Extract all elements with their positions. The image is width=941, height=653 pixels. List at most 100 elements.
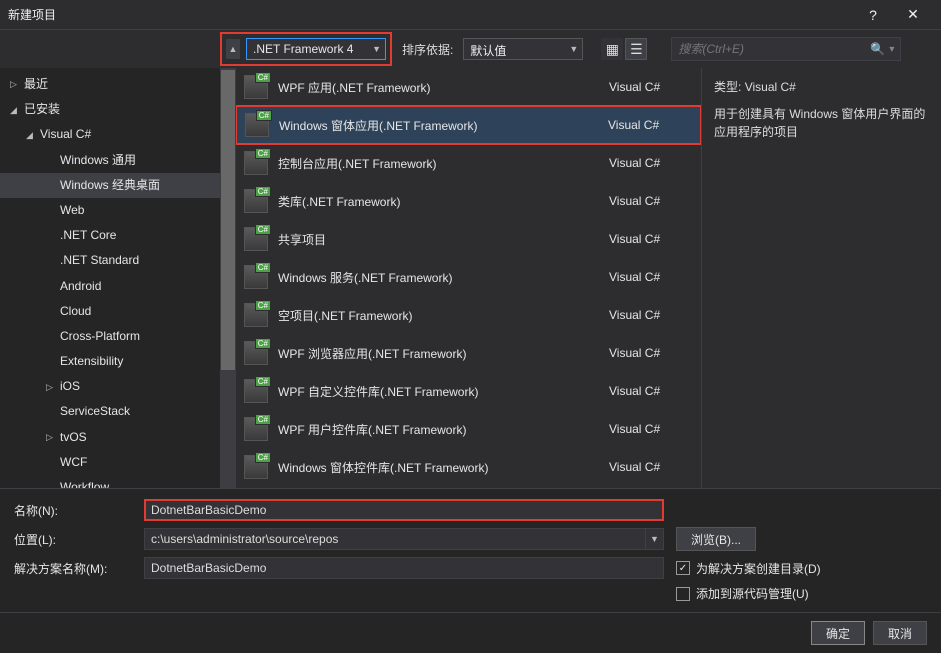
template-row[interactable]: C#Windows 窗体应用(.NET Framework)Visual C# [236,106,701,144]
template-icon: C# [244,75,268,99]
csharp-badge-icon: C# [255,414,271,425]
framework-red-highlight: ▲ .NET Framework 4 ▼ [220,32,392,66]
browse-button[interactable]: 浏览(B)... [676,527,756,551]
view-list-button[interactable]: ☰ [625,38,647,60]
description-blurb: 用于创建具有 Windows 窗体用户界面的应用程序的项目 [714,105,929,141]
sidebar-item[interactable]: Extensibility [0,349,220,374]
csharp-badge-icon: C# [255,452,271,463]
csharp-badge-icon: C# [255,148,271,159]
search-input[interactable] [678,42,870,56]
framework-value: .NET Framework 4 [253,42,353,56]
solution-label: 解决方案名称(M): [14,560,144,577]
template-lang: Visual C# [609,232,689,246]
search-icon: 🔍 [870,42,885,56]
sidebar-visual-csharp[interactable]: ◢Visual C# [0,122,220,147]
template-row[interactable]: C#Windows 窗体控件库(.NET Framework)Visual C# [236,448,701,486]
template-icon: C# [244,227,268,251]
sidebar-item[interactable]: Cross-Platform [0,324,220,349]
template-lang: Visual C# [609,460,689,474]
scrollbar-thumb[interactable] [221,70,235,370]
name-input[interactable] [144,499,664,521]
template-row[interactable]: C# WPF 浏览器应用(.NET Framework) Visual C# [236,334,701,372]
template-name: 类库(.NET Framework) [278,193,599,210]
sidebar-item[interactable]: Windows 通用 [0,148,220,173]
csharp-badge-icon: C# [255,338,271,349]
bottom-form: 名称(N): 位置(L): ▼ 浏览(B)... 解决方案名称(M): ✓ 为解… [0,488,941,612]
sort-label: 排序依据: [402,41,453,58]
view-small-icons-button[interactable]: ▦ [601,38,623,60]
sidebar-item[interactable]: ServiceStack [0,399,220,424]
footer: 确定 取消 [0,612,941,653]
template-icon: C# [244,303,268,327]
search-box[interactable]: 🔍 ▾ [671,37,901,61]
description-panel: 类型: Visual C# 用于创建具有 Windows 窗体用户界面的应用程序… [701,68,941,488]
sidebar-item[interactable]: ▷iOS [0,374,220,399]
sort-value: 默认值 [470,44,506,58]
csharp-badge-icon: C# [255,224,271,235]
csharp-badge-icon: C# [256,110,272,121]
cancel-button[interactable]: 取消 [873,621,927,645]
template-lang: Visual C# [609,80,689,94]
template-row[interactable]: C# 共享项目 Visual C# [236,220,701,258]
template-row[interactable]: C#空项目(.NET Framework)Visual C# [236,296,701,334]
close-icon[interactable]: ✕ [893,6,933,23]
sidebar-item[interactable]: .NET Standard [0,248,220,273]
sidebar-recent[interactable]: ▷最近 [0,72,220,97]
template-icon: C# [244,379,268,403]
sidebar-item[interactable]: Android [0,274,220,299]
template-icon: C# [244,455,268,479]
template-scrollbar[interactable] [220,68,236,488]
template-icon: C# [245,113,269,137]
template-row[interactable]: C#WPF 自定义控件库(.NET Framework)Visual C# [236,372,701,410]
location-input[interactable] [144,528,646,550]
main: ▷最近 ◢已安装 ◢Visual C# Windows 通用Windows 经典… [0,68,941,488]
template-row[interactable]: C#类库(.NET Framework)Visual C# [236,182,701,220]
sidebar-item[interactable]: Workflow [0,475,220,488]
help-icon[interactable]: ? [853,7,893,23]
name-label: 名称(N): [14,502,144,519]
sidebar-item[interactable]: Cloud [0,299,220,324]
csharp-badge-icon: C# [255,262,271,273]
titlebar: 新建项目 ? ✕ [0,0,941,30]
csharp-badge-icon: C# [255,72,271,83]
sidebar-item[interactable]: .NET Core [0,223,220,248]
template-icon: C# [244,341,268,365]
window-title: 新建项目 [8,6,853,23]
location-label: 位置(L): [14,531,144,548]
template-lang: Visual C# [609,384,689,398]
sidebar-item[interactable]: Windows 经典桌面 [0,173,220,198]
template-name: 共享项目 [278,231,599,248]
sidebar-item[interactable]: Web [0,198,220,223]
checkbox-icon [676,587,690,601]
template-name: 控制台应用(.NET Framework) [278,155,599,172]
template-icon: C# [244,265,268,289]
ok-button[interactable]: 确定 [811,621,865,645]
create-dir-checkbox[interactable]: ✓ 为解决方案创建目录(D) [676,560,821,577]
sidebar: ▷最近 ◢已安装 ◢Visual C# Windows 通用Windows 经典… [0,68,220,488]
scroll-up-icon[interactable]: ▲ [226,39,240,59]
location-dropdown-icon[interactable]: ▼ [646,528,664,550]
sort-dropdown[interactable]: 默认值 ▼ [463,38,583,60]
checkbox-icon: ✓ [676,561,690,575]
template-row[interactable]: C# WPF 应用(.NET Framework) Visual C# [236,68,701,106]
framework-dropdown[interactable]: .NET Framework 4 ▼ [246,38,386,60]
sidebar-item[interactable]: WCF [0,450,220,475]
template-row[interactable]: C# WPF 用户控件库(.NET Framework) Visual C# [236,410,701,448]
template-lang: Visual C# [608,118,688,132]
template-name: WPF 浏览器应用(.NET Framework) [278,345,599,362]
center: C#WPF 应用(.NET Framework)Visual C#C#Windo… [220,68,941,488]
csharp-badge-icon: C# [255,300,271,311]
template-lang: Visual C# [609,346,689,360]
sidebar-item[interactable]: ▷tvOS [0,425,220,450]
template-row[interactable]: C#Windows 服务(.NET Framework)Visual C# [236,258,701,296]
template-name: WPF 用户控件库(.NET Framework) [278,421,599,438]
template-icon: C# [244,189,268,213]
template-name: WPF 应用(.NET Framework) [278,79,599,96]
csharp-badge-icon: C# [255,186,271,197]
solution-input[interactable] [144,557,664,579]
source-control-checkbox[interactable]: 添加到源代码管理(U) [676,585,809,602]
sidebar-installed[interactable]: ◢已安装 [0,97,220,122]
template-row[interactable]: C#控制台应用(.NET Framework)Visual C# [236,144,701,182]
search-clear-icon[interactable]: ▾ [889,44,894,55]
template-lang: Visual C# [609,422,689,436]
